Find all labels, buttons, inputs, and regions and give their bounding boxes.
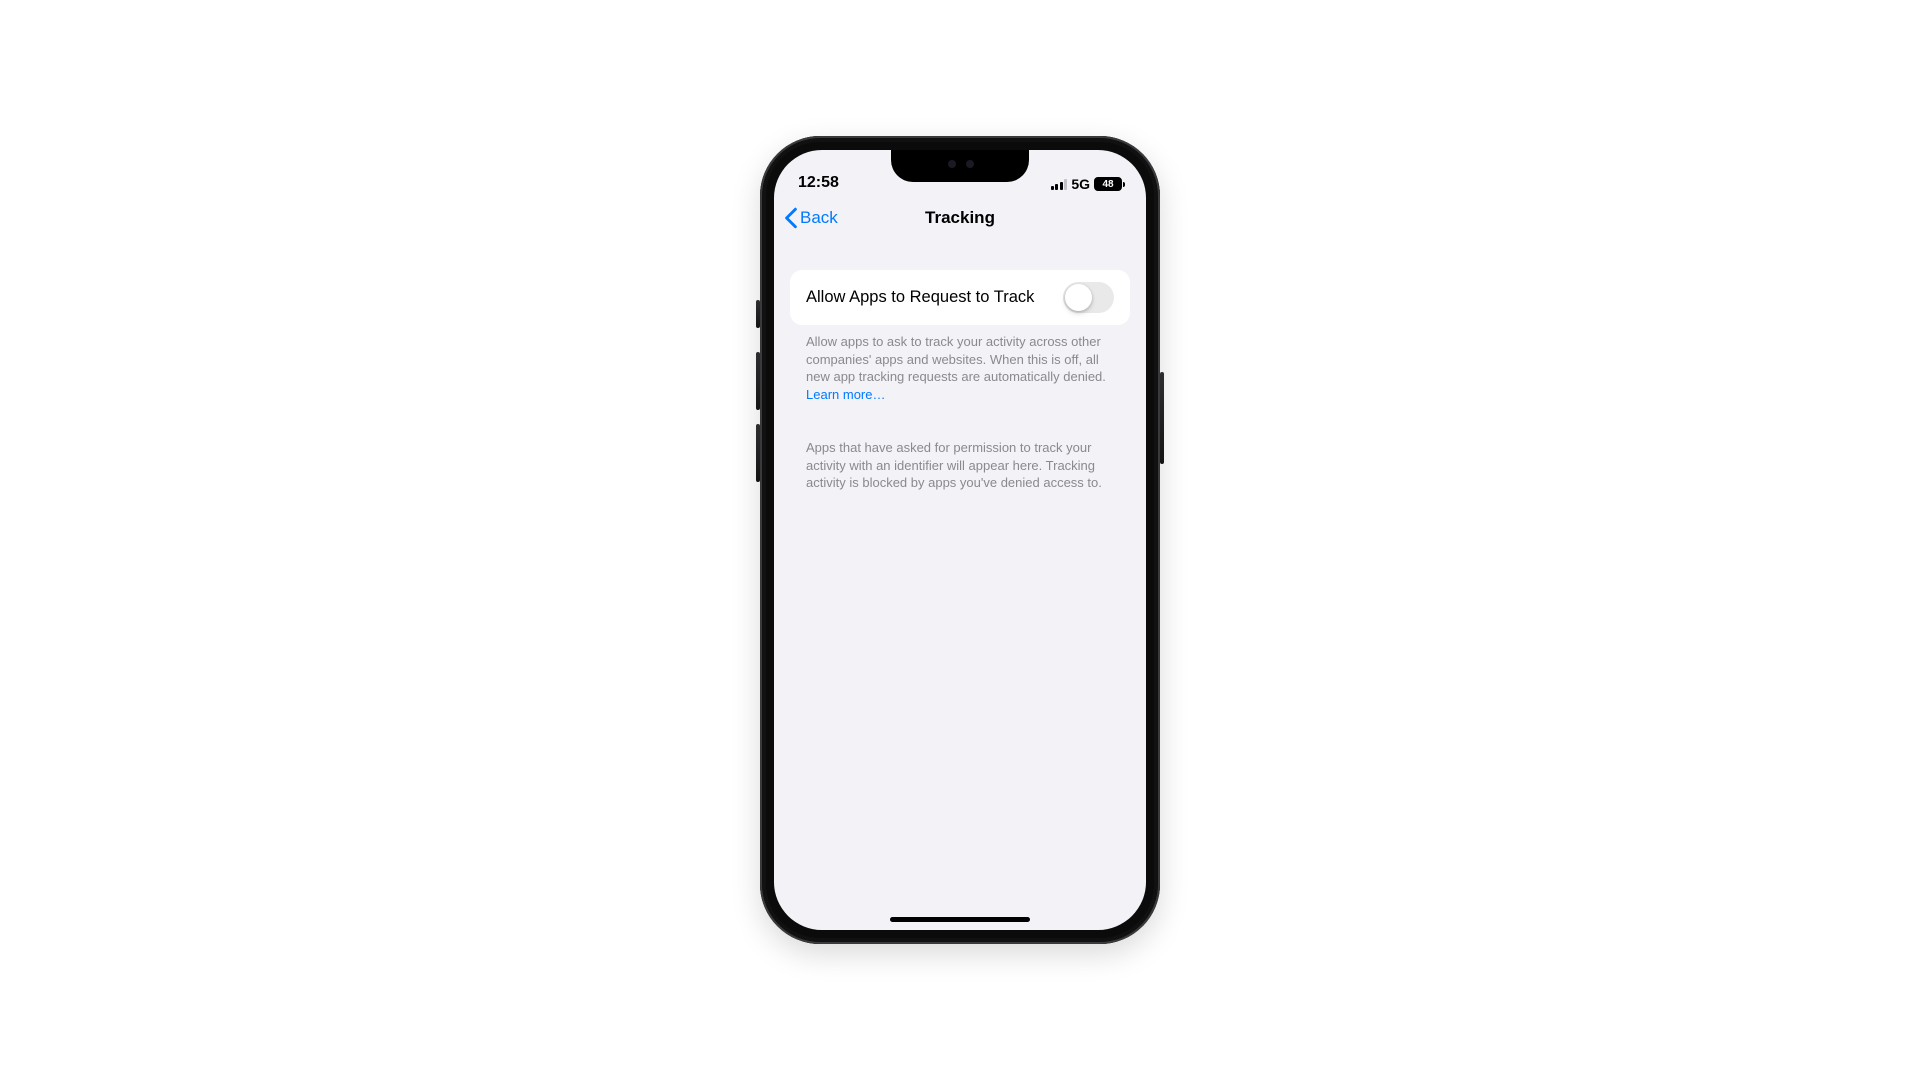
network-type: 5G [1071,176,1090,192]
silence-switch [756,300,760,328]
notch [891,150,1029,182]
battery-percent: 48 [1102,179,1113,190]
power-button [1160,372,1164,464]
screen: 12:58 5G 48 Back Tracking [774,150,1146,930]
volume-up-button [756,352,760,410]
learn-more-link[interactable]: Learn more… [806,387,885,402]
home-indicator[interactable] [890,917,1030,922]
page-title: Tracking [925,208,995,228]
apps-list-footnote: Apps that have asked for permission to t… [806,439,1114,492]
allow-tracking-row[interactable]: Allow Apps to Request to Track [790,270,1130,325]
content-area: Allow Apps to Request to Track Allow app… [774,240,1146,930]
tracking-footnote: Allow apps to ask to track your activity… [806,333,1114,403]
signal-icon [1051,179,1068,190]
back-label: Back [800,208,838,228]
back-button[interactable]: Back [784,207,838,229]
chevron-left-icon [784,207,798,229]
volume-down-button [756,424,760,482]
status-right: 5G 48 [1051,176,1122,192]
allow-tracking-toggle[interactable] [1063,282,1114,313]
status-time: 12:58 [798,174,839,192]
allow-tracking-label: Allow Apps to Request to Track [806,288,1034,307]
battery-icon: 48 [1094,177,1122,191]
footnote-text: Allow apps to ask to track your activity… [806,334,1106,384]
phone-frame: 12:58 5G 48 Back Tracking [760,136,1160,944]
nav-bar: Back Tracking [774,196,1146,240]
